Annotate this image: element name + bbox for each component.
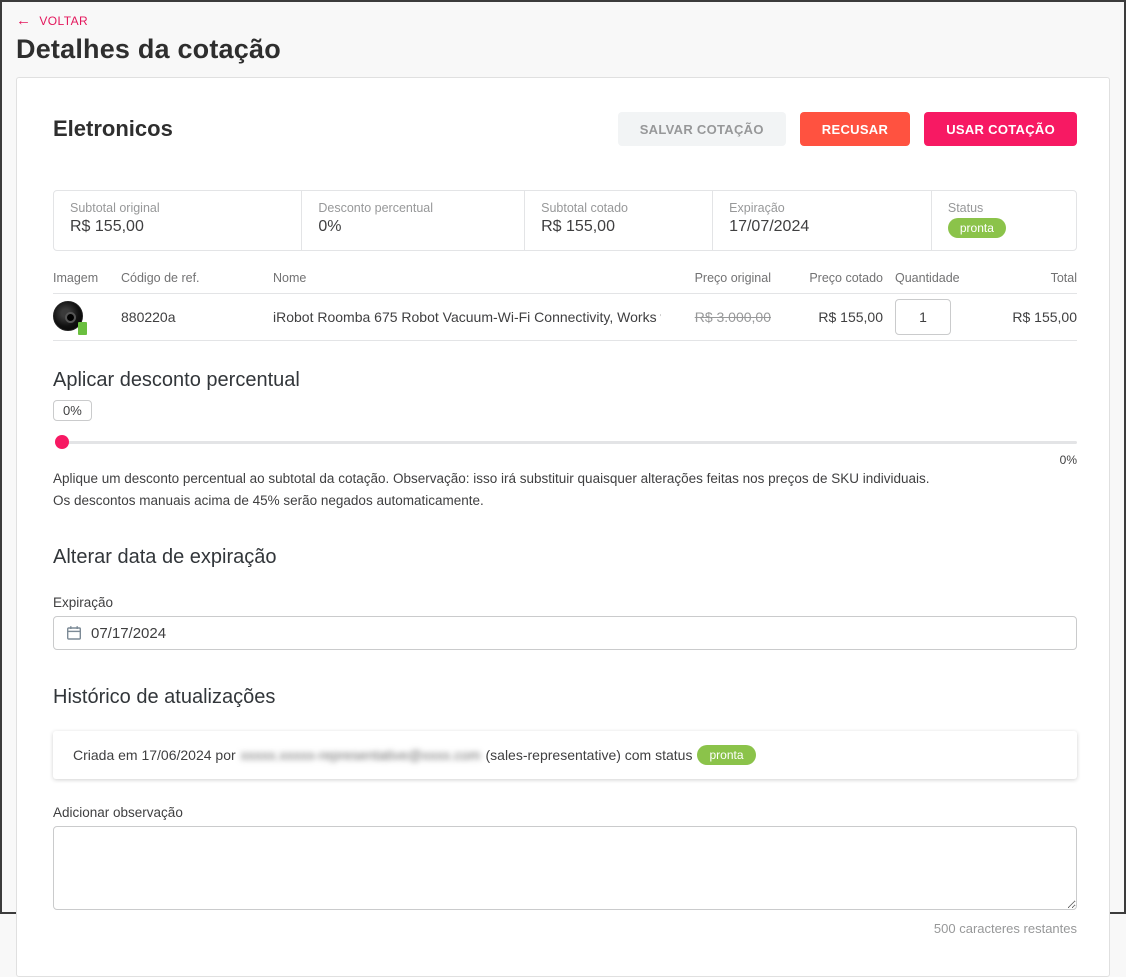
summary-label: Desconto percentual (318, 201, 508, 215)
summary-subtotal-quoted: Subtotal cotado R$ 155,00 (525, 191, 713, 250)
note-textarea[interactable] (53, 826, 1077, 910)
summary-label: Status (948, 201, 1060, 215)
expiration-section: Alterar data de expiração Expiração 07/1… (53, 546, 1077, 650)
history-redacted-email: xxxxx.xxxxx-representative@xxxx.com (241, 747, 481, 763)
header-total: Total (977, 271, 1077, 285)
back-link-label: VOLTAR (39, 14, 88, 28)
summary-value: 0% (318, 218, 508, 236)
total-cell: R$ 155,00 (977, 309, 1077, 325)
history-entry-prefix: Criada em 17/06/2024 por (73, 747, 236, 763)
summary-status: Status pronta (932, 191, 1076, 250)
product-name-cell: iRobot Roomba 675 Robot Vacuum-Wi-Fi Con… (267, 309, 661, 325)
note-section: Adicionar observação 500 caracteres rest… (53, 805, 1077, 936)
summary-label: Expiração (729, 201, 915, 215)
header-name: Nome (267, 271, 661, 285)
back-link[interactable]: ← VOLTAR (16, 13, 88, 28)
product-image (53, 301, 87, 333)
summary-value: 17/07/2024 (729, 218, 915, 236)
history-status-badge: pronta (697, 745, 755, 765)
summary-value: R$ 155,00 (541, 218, 696, 236)
original-price-cell: R$ 3.000,00 (695, 309, 771, 325)
header-ref-code: Código de ref. (115, 271, 267, 285)
status-badge: pronta (948, 218, 1006, 238)
calendar-icon (66, 625, 82, 641)
header-quantity: Quantidade (889, 271, 977, 285)
history-section: Histórico de atualizações Criada em 17/0… (53, 686, 1077, 779)
quote-actions: SALVAR COTAÇÃO RECUSAR USAR COTAÇÃO (618, 112, 1077, 146)
history-section-title: Histórico de atualizações (53, 686, 1077, 709)
table-row: 880220a iRobot Roomba 675 Robot Vacuum-W… (53, 294, 1077, 341)
green-tag-graphic (78, 322, 87, 335)
discount-slider[interactable] (53, 435, 1077, 449)
save-quote-button[interactable]: SALVAR COTAÇÃO (618, 112, 786, 146)
characters-remaining: 500 caracteres restantes (53, 921, 1077, 936)
note-label: Adicionar observação (53, 805, 1077, 820)
use-quote-button[interactable]: USAR COTAÇÃO (924, 112, 1077, 146)
items-table-header: Imagem Código de ref. Nome Preço origina… (53, 265, 1077, 294)
product-image-cell (53, 301, 115, 333)
quote-header: Eletronicos SALVAR COTAÇÃO RECUSAR USAR … (53, 112, 1077, 146)
summary-label: Subtotal cotado (541, 201, 696, 215)
slider-value-label: 0% (53, 453, 1077, 467)
quote-name: Eletronicos (53, 116, 173, 142)
quote-details-page: ← VOLTAR Detalhes da cotação Eletronicos… (2, 2, 1124, 977)
header-image: Imagem (53, 271, 115, 285)
header-quoted-price: Preço cotado (777, 271, 889, 285)
expiration-date-value: 07/17/2024 (91, 625, 166, 642)
quoted-price-cell: R$ 155,00 (777, 309, 889, 325)
history-entry-suffix: (sales-representative) com status (486, 747, 693, 763)
summary-discount-percent: Desconto percentual 0% (302, 191, 525, 250)
expiration-field-label: Expiração (53, 595, 1077, 610)
discount-section: Aplicar desconto percentual 0% 0% Apliqu… (53, 369, 1077, 510)
back-arrow-icon: ← (16, 13, 31, 28)
quote-card: Eletronicos SALVAR COTAÇÃO RECUSAR USAR … (16, 77, 1110, 977)
expiration-section-title: Alterar data de expiração (53, 546, 1077, 569)
discount-help-line1: Aplique um desconto percentual ao subtot… (53, 469, 1077, 489)
quote-summary: Subtotal original R$ 155,00 Desconto per… (53, 190, 1077, 251)
page-title: Detalhes da cotação (16, 34, 1110, 65)
summary-label: Subtotal original (70, 201, 285, 215)
ref-code-cell: 880220a (115, 309, 267, 325)
slider-track[interactable] (61, 441, 1077, 444)
slider-tooltip: 0% (53, 400, 92, 421)
history-entry: Criada em 17/06/2024 por xxxxx.xxxxx-rep… (53, 731, 1077, 779)
discount-section-title: Aplicar desconto percentual (53, 369, 1077, 392)
expiration-date-input[interactable]: 07/17/2024 (53, 616, 1077, 650)
slider-handle[interactable] (55, 435, 69, 449)
quantity-input[interactable] (895, 299, 951, 335)
summary-value: R$ 155,00 (70, 218, 285, 236)
summary-expiration: Expiração 17/07/2024 (713, 191, 932, 250)
discount-help-line2: Os descontos manuais acima de 45% serão … (53, 491, 1077, 511)
decline-quote-button[interactable]: RECUSAR (800, 112, 910, 146)
items-table: Imagem Código de ref. Nome Preço origina… (53, 265, 1077, 341)
summary-subtotal-original: Subtotal original R$ 155,00 (54, 191, 302, 250)
header-original-price: Preço original (661, 271, 777, 285)
